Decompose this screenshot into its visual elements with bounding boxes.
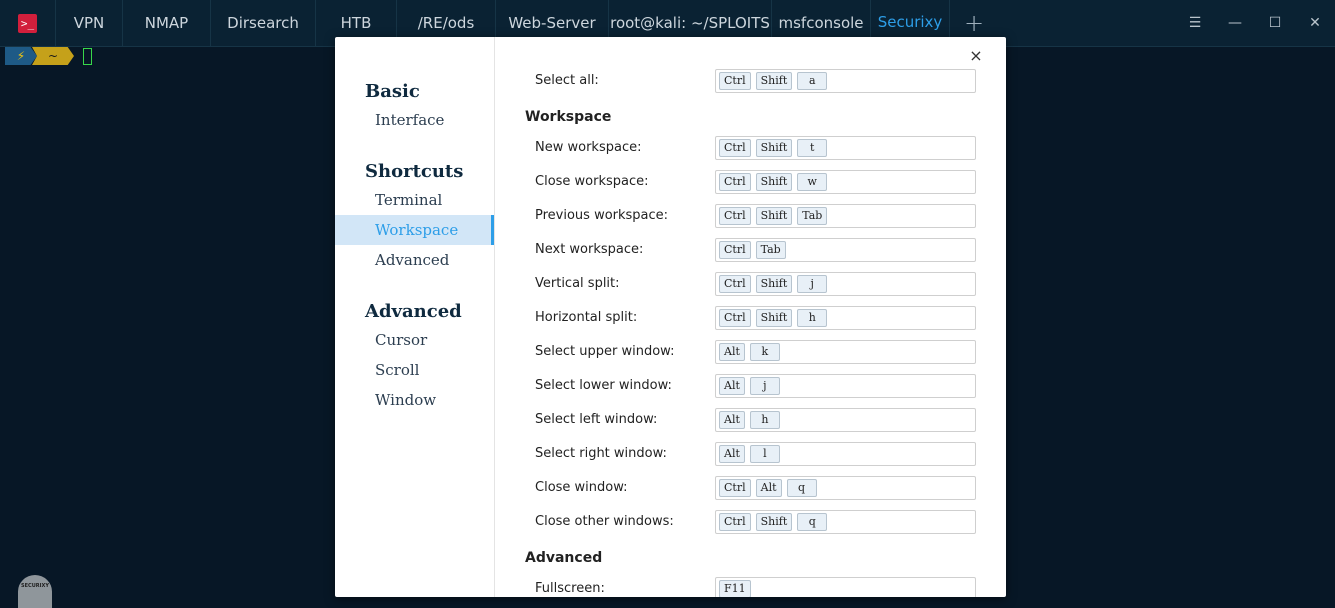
key-cap: t: [797, 139, 828, 157]
shortcut-input-previous-workspace[interactable]: Ctrl Shift Tab: [715, 204, 976, 228]
key-cap: a: [797, 72, 828, 90]
sidebar-item-advanced-shortcuts[interactable]: Advanced: [335, 245, 494, 275]
shortcut-label-new-workspace: New workspace:: [535, 140, 642, 155]
prompt-directory: ~: [32, 47, 74, 65]
sidebar-section-shortcuts: Shortcuts: [365, 161, 464, 182]
shortcut-input-fullscreen[interactable]: F11: [715, 577, 976, 597]
terminal-app-icon: >_: [18, 13, 37, 33]
shell-prompt: ⚡ ~: [5, 47, 92, 65]
shortcut-label-select-upper-window: Select upper window:: [535, 344, 675, 359]
shortcut-label-close-workspace: Close workspace:: [535, 174, 649, 189]
key-cap: Shift: [755, 72, 793, 90]
terminal-cursor: [83, 47, 92, 65]
key-cap: q: [797, 513, 828, 531]
shortcut-input-close-workspace[interactable]: Ctrl Shift w: [715, 170, 976, 194]
sidebar-section-advanced: Advanced: [365, 301, 462, 322]
tab-nmap[interactable]: NMAP: [123, 0, 211, 46]
key-cap: Shift: [755, 207, 793, 225]
key-cap: Ctrl: [719, 139, 751, 157]
key-cap: Alt: [719, 343, 745, 361]
shortcut-input-select-all[interactable]: Ctrl Shift a: [715, 69, 976, 93]
key-cap: h: [749, 411, 780, 429]
key-cap: Ctrl: [719, 72, 751, 90]
key-cap: Shift: [755, 275, 793, 293]
shortcut-input-new-workspace[interactable]: Ctrl Shift t: [715, 136, 976, 160]
sidebar-item-workspace[interactable]: Workspace: [335, 215, 494, 245]
shortcut-input-next-workspace[interactable]: Ctrl Tab: [715, 238, 976, 262]
key-cap: Shift: [755, 139, 793, 157]
key-cap: Shift: [755, 173, 793, 191]
preferences-sidebar: Basic Interface Shortcuts Terminal Works…: [335, 37, 495, 597]
key-cap: Tab: [797, 207, 828, 225]
shortcuts-panel: Select all: Ctrl Shift a Workspace New worksp…: [495, 37, 1006, 597]
shortcut-input-select-right-window[interactable]: Alt l: [715, 442, 976, 466]
sidebar-item-cursor[interactable]: Cursor: [335, 325, 494, 355]
window-controls: ☰ — ☐ ✕: [1175, 0, 1335, 46]
preferences-dialog: Basic Interface Shortcuts Terminal Works…: [335, 37, 1006, 597]
mascot-logo: [18, 575, 52, 608]
shortcut-input-close-window[interactable]: Ctrl Alt q: [715, 476, 976, 500]
key-cap: j: [749, 377, 780, 395]
key-cap: Ctrl: [719, 275, 751, 293]
shortcut-label-select-lower-window: Select lower window:: [535, 378, 672, 393]
shortcut-label-close-window: Close window:: [535, 480, 628, 495]
lightning-icon: ⚡: [5, 47, 37, 65]
key-cap: h: [797, 309, 828, 327]
shortcut-input-select-left-window[interactable]: Alt h: [715, 408, 976, 432]
tab-dirsearch[interactable]: Dirsearch: [211, 0, 316, 46]
shortcut-input-select-upper-window[interactable]: Alt k: [715, 340, 976, 364]
shortcut-input-horizontal-split[interactable]: Ctrl Shift h: [715, 306, 976, 330]
mascot-label: SECURIXY: [21, 583, 49, 589]
key-cap: Ctrl: [719, 207, 751, 225]
app-menu[interactable]: >_: [0, 0, 56, 46]
tab-vpn[interactable]: VPN: [56, 0, 123, 46]
shortcut-label-select-right-window: Select right window:: [535, 446, 667, 461]
key-cap: Ctrl: [719, 513, 751, 531]
shortcut-label-previous-workspace: Previous workspace:: [535, 208, 669, 223]
sidebar-item-window[interactable]: Window: [335, 385, 494, 415]
key-cap: w: [797, 173, 828, 191]
shortcut-input-close-other-windows[interactable]: Ctrl Shift q: [715, 510, 976, 534]
shortcut-label-vertical-split: Vertical split:: [535, 276, 620, 291]
shortcut-label-select-left-window: Select left window:: [535, 412, 658, 427]
menu-icon[interactable]: ☰: [1175, 15, 1215, 31]
key-cap: k: [749, 343, 780, 361]
key-cap: Ctrl: [719, 309, 751, 327]
shortcut-label-select-all: Select all:: [535, 73, 599, 88]
key-cap: l: [749, 445, 780, 463]
key-cap: j: [797, 275, 828, 293]
shortcut-input-select-lower-window[interactable]: Alt j: [715, 374, 976, 398]
sidebar-item-interface[interactable]: Interface: [335, 105, 494, 135]
key-cap: Ctrl: [719, 173, 751, 191]
key-cap: Alt: [755, 479, 782, 497]
shortcut-label-horizontal-split: Horizontal split:: [535, 310, 638, 325]
sidebar-section-basic: Basic: [365, 81, 420, 102]
minimize-icon[interactable]: —: [1215, 15, 1255, 31]
shortcut-input-vertical-split[interactable]: Ctrl Shift j: [715, 272, 976, 296]
sidebar-item-scroll[interactable]: Scroll: [335, 355, 494, 385]
group-heading-advanced: Advanced: [525, 550, 603, 566]
close-window-icon[interactable]: ✕: [1295, 15, 1335, 31]
key-cap: Alt: [719, 411, 745, 429]
sidebar-item-terminal[interactable]: Terminal: [335, 185, 494, 215]
key-cap: F11: [719, 580, 751, 597]
key-cap: Shift: [755, 309, 793, 327]
group-heading-workspace: Workspace: [525, 109, 612, 125]
maximize-icon[interactable]: ☐: [1255, 15, 1295, 31]
shortcut-label-close-other-windows: Close other windows:: [535, 514, 674, 529]
key-cap: Shift: [755, 513, 793, 531]
key-cap: Tab: [755, 241, 786, 259]
key-cap: Ctrl: [719, 241, 751, 259]
key-cap: Ctrl: [719, 479, 751, 497]
key-cap: Alt: [719, 445, 745, 463]
shortcut-label-next-workspace: Next workspace:: [535, 242, 644, 257]
shortcut-label-fullscreen: Fullscreen:: [535, 581, 605, 596]
key-cap: q: [786, 479, 817, 497]
key-cap: Alt: [719, 377, 745, 395]
